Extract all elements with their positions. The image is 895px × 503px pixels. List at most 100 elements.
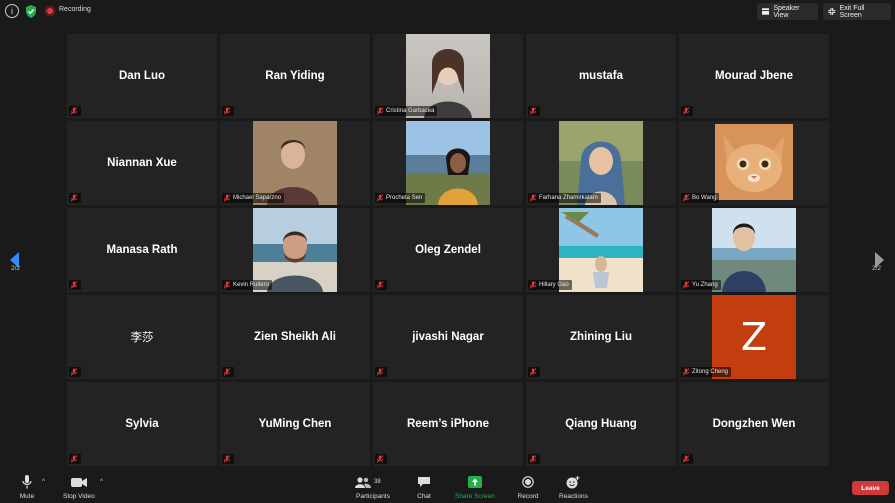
participant-tile[interactable]: Cristina Garbacea [373, 34, 523, 118]
participant-name: Mourad Jbene [715, 70, 793, 82]
stop-video-label: Stop Video [63, 493, 95, 500]
participant-caption: Michael Saparzno [222, 193, 285, 203]
participant-tile[interactable]: Ran Yiding [220, 34, 370, 118]
next-page-arrow-icon[interactable] [871, 242, 887, 278]
muted-mic-icon [70, 281, 78, 289]
speaker-view-icon [762, 8, 770, 15]
participant-caption [69, 193, 81, 203]
participant-caption-name: Hillary Gao [539, 282, 569, 288]
participant-caption: Procheta Sen [375, 193, 426, 203]
muted-mic-icon [376, 455, 384, 463]
participant-tile[interactable]: Procheta Sen [373, 121, 523, 205]
participants-icon [355, 476, 371, 488]
participant-caption [375, 280, 387, 290]
info-icon[interactable]: i [5, 4, 19, 18]
speaker-view-button[interactable]: Speaker View [757, 3, 818, 20]
participant-caption [681, 106, 693, 116]
participant-tile[interactable]: Manasa Rath [67, 208, 217, 292]
participant-tile[interactable]: Zhining Liu [526, 295, 676, 379]
participant-tile[interactable]: Oleg Zendel [373, 208, 523, 292]
mute-button[interactable]: Mute [15, 474, 39, 500]
participant-caption-name: Yu Zhang [692, 282, 718, 288]
participant-caption-name: Cristina Garbacea [386, 108, 435, 114]
participant-tile[interactable]: Dan Luo [67, 34, 217, 118]
muted-mic-icon [376, 368, 384, 376]
participant-caption: Kevin Ruitero [222, 280, 273, 290]
muted-mic-icon [682, 455, 690, 463]
participant-tile[interactable]: Dongzhen Wen [679, 382, 829, 466]
security-shield-icon[interactable] [24, 4, 38, 18]
participant-tile[interactable]: Michael Saparzno [220, 121, 370, 205]
participant-caption [69, 454, 81, 464]
mute-options-caret-icon[interactable]: ^ [42, 479, 45, 485]
meeting-toolbar: Mute ^ Stop Video ^ 38 Participants Chat… [0, 471, 895, 503]
participant-name: Zhining Liu [570, 331, 632, 343]
muted-mic-icon [376, 107, 384, 115]
exit-full-screen-button[interactable]: Exit Full Screen [823, 3, 891, 20]
participant-name: Manasa Rath [106, 244, 178, 256]
muted-mic-icon [376, 194, 384, 202]
participant-caption [69, 367, 81, 377]
participant-tile[interactable]: jivashi Nagar [373, 295, 523, 379]
participant-caption [528, 367, 540, 377]
share-screen-button[interactable]: Share Screen [455, 474, 495, 500]
participant-name: jivashi Nagar [412, 331, 484, 343]
participant-caption-name: Procheta Sen [386, 195, 423, 201]
participant-caption [528, 454, 540, 464]
participant-name: Niannan Xue [107, 157, 177, 169]
participant-caption: Bo Wang [681, 193, 720, 203]
participant-tile[interactable]: Hillary Gao [526, 208, 676, 292]
participants-button[interactable]: 38 Participants [355, 474, 391, 500]
participant-tile[interactable]: Mourad Jbene [679, 34, 829, 118]
participant-tile[interactable]: Qiang Huang [526, 382, 676, 466]
chat-button[interactable]: Chat [412, 474, 436, 500]
muted-mic-icon [70, 107, 78, 115]
participant-tile[interactable]: Niannan Xue [67, 121, 217, 205]
gallery-grid: Dan Luo Ran Yiding Cristina Garbacea mus… [67, 34, 829, 468]
participant-tile[interactable]: Yu Zhang [679, 208, 829, 292]
participant-caption: Hillary Gao [528, 280, 572, 290]
participant-tile[interactable]: mustafa [526, 34, 676, 118]
leave-meeting-button[interactable]: Leave [852, 481, 889, 495]
participant-tile[interactable]: 李莎 [67, 295, 217, 379]
video-options-caret-icon[interactable]: ^ [100, 479, 103, 485]
muted-mic-icon [529, 368, 537, 376]
muted-mic-icon [223, 107, 231, 115]
participant-caption: Farhana Zhamirkalam [528, 193, 601, 203]
participant-caption-name: Farhana Zhamirkalam [539, 195, 598, 201]
participant-tile[interactable]: Farhana Zhamirkalam [526, 121, 676, 205]
participant-tile[interactable]: Z Zitong Cheng [679, 295, 829, 379]
muted-mic-icon [70, 368, 78, 376]
muted-mic-icon [223, 281, 231, 289]
participant-name: 李莎 [130, 330, 154, 344]
participant-tile[interactable]: Kevin Ruitero [220, 208, 370, 292]
participant-caption [375, 454, 387, 464]
muted-mic-icon [529, 281, 537, 289]
muted-mic-icon [70, 455, 78, 463]
participant-tile[interactable]: Reem’s iPhone [373, 382, 523, 466]
participant-caption [222, 454, 234, 464]
participant-caption [528, 106, 540, 116]
participant-tile[interactable]: Zien Sheikh Ali [220, 295, 370, 379]
reactions-button[interactable]: Reactions [559, 474, 588, 500]
chat-label: Chat [417, 493, 431, 500]
participant-tile[interactable]: Bo Wang [679, 121, 829, 205]
record-button[interactable]: Record [516, 474, 540, 500]
microphone-icon [22, 475, 32, 489]
muted-mic-icon [223, 368, 231, 376]
page-indicator-left: 2/2 [11, 265, 21, 272]
avatar-letter: Z [740, 315, 768, 359]
record-label: Record [517, 493, 539, 500]
participant-tile[interactable]: YuMing Chen [220, 382, 370, 466]
muted-mic-icon [223, 194, 231, 202]
recording-indicator-icon [43, 4, 57, 18]
previous-page-arrow-icon[interactable] [7, 242, 23, 278]
muted-mic-icon [223, 455, 231, 463]
participant-video [712, 208, 796, 292]
muted-mic-icon [682, 194, 690, 202]
participant-tile[interactable]: Sylvia [67, 382, 217, 466]
record-icon [522, 476, 534, 488]
participant-caption: Cristina Garbacea [375, 106, 438, 116]
stop-video-button[interactable]: Stop Video [63, 474, 95, 500]
video-camera-icon [70, 477, 87, 487]
